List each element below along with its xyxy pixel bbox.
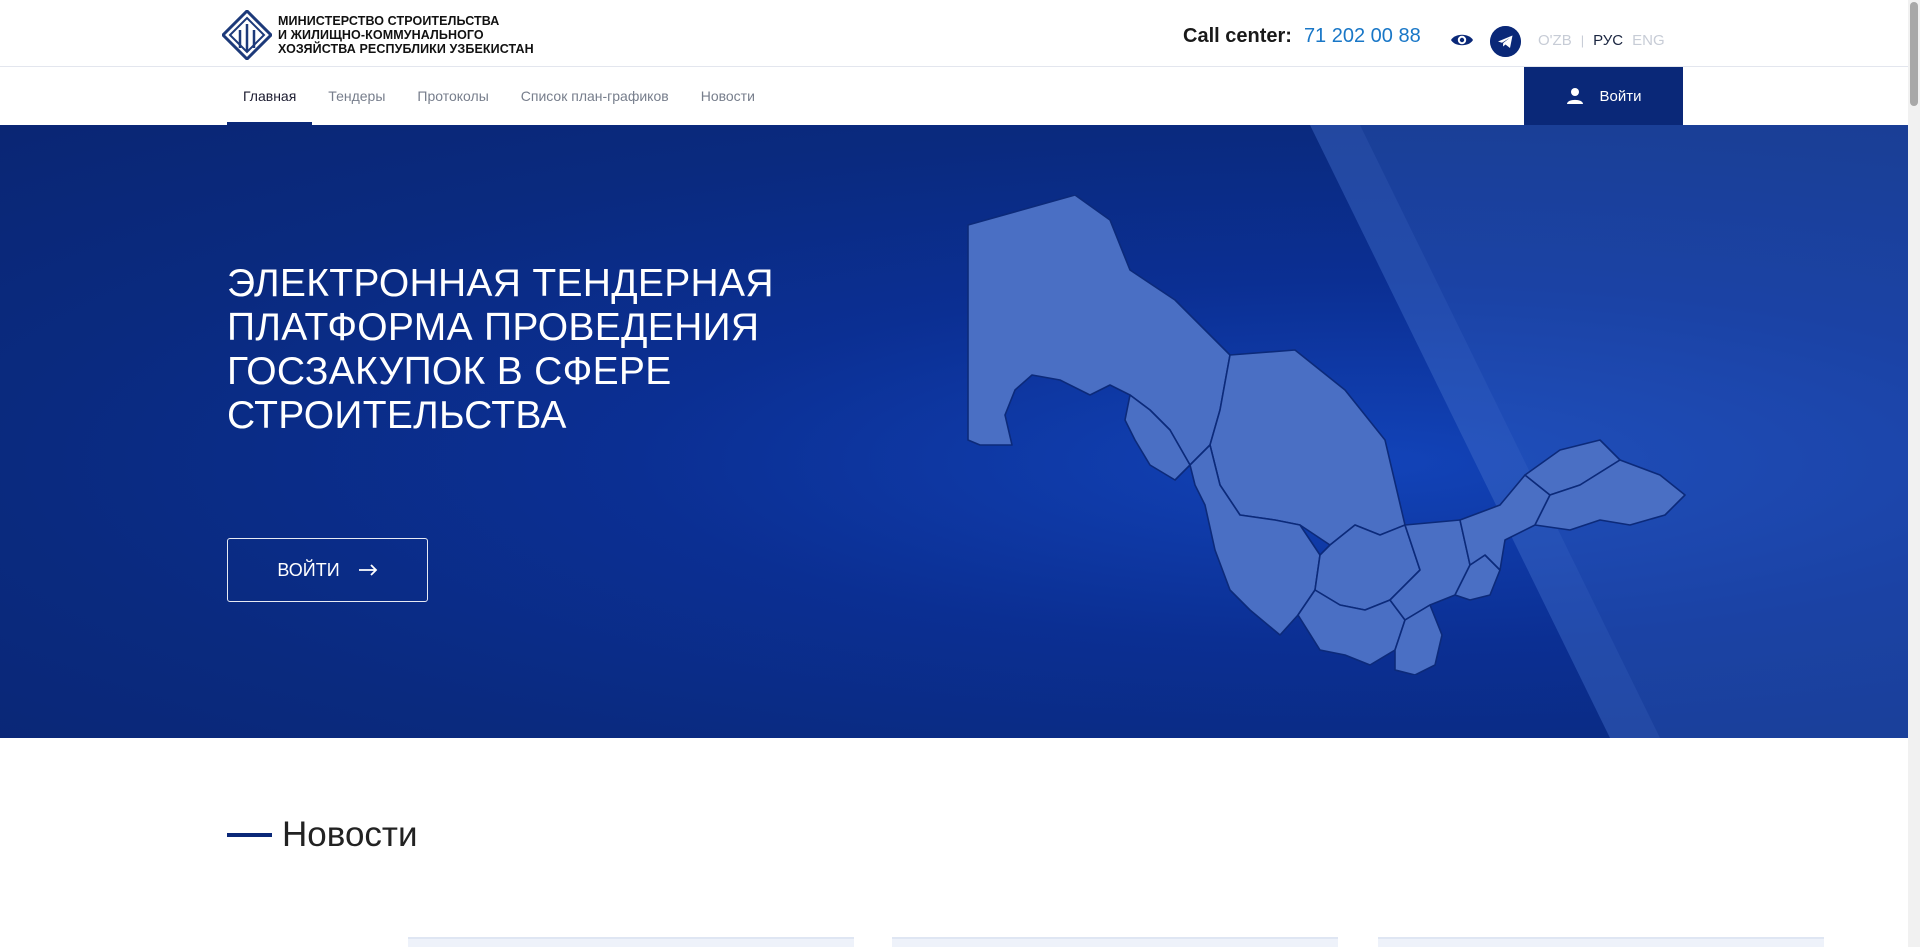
arrow-right-icon [358,564,377,576]
scrollbar-thumb[interactable] [1910,2,1918,106]
lang-separator: | [1580,33,1585,48]
nav-item-protocols[interactable]: Протоколы [401,67,504,125]
nav-item-plan-schedules[interactable]: Список план-графиков [505,67,685,125]
top-header: МИНИСТЕРСТВО СТРОИТЕЛЬСТВА И ЖИЛИЩНО-КОМ… [0,0,1908,67]
logo-text: МИНИСТЕРСТВО СТРОИТЕЛЬСТВА И ЖИЛИЩНО-КОМ… [278,14,534,56]
language-switcher: O'ZB | РУС ENG [1538,32,1665,49]
login-button[interactable]: Войти [1524,67,1683,125]
news-title: Новости [282,815,418,854]
nav-item-home[interactable]: Главная [227,67,313,125]
lang-en[interactable]: ENG [1632,32,1665,49]
main-nav: Главная Тендеры Протоколы Список план-гр… [227,67,771,125]
uzbekistan-map-icon [967,195,1686,675]
user-icon [1566,88,1583,104]
news-section-heading: Новости [227,815,418,855]
eye-icon[interactable] [1450,28,1474,52]
hero-banner: ЭЛЕКТРОННАЯ ТЕНДЕРНАЯ ПЛАТФОРМА ПРОВЕДЕН… [0,125,1910,738]
logo-line: ХОЗЯЙСТВА РЕСПУБЛИКИ УЗБЕКИСТАН [278,42,534,56]
news-card[interactable] [408,937,854,947]
hero-title: ЭЛЕКТРОННАЯ ТЕНДЕРНАЯ ПЛАТФОРМА ПРОВЕДЕН… [227,262,774,437]
page-scrollbar[interactable] [1908,0,1920,947]
lang-uz[interactable]: O'ZB [1538,32,1572,49]
hero-login-button[interactable]: ВОЙТИ [227,538,428,602]
logo-line: МИНИСТЕРСТВО СТРОИТЕЛЬСТВА [278,14,500,28]
news-card[interactable] [1378,937,1824,947]
news-card[interactable] [892,937,1338,947]
call-center-label: Call center: [1183,25,1292,47]
lang-ru[interactable]: РУС [1593,32,1623,49]
call-center-phone-link[interactable]: 71 202 00 88 [1304,25,1421,48]
logo-line: И ЖИЛИЩНО-КОММУНАЛЬНОГО [278,28,484,42]
ministry-logo[interactable]: МИНИСТЕРСТВО СТРОИТЕЛЬСТВА И ЖИЛИЩНО-КОМ… [222,10,534,60]
login-button-label: Войти [1599,87,1642,105]
nav-item-tenders[interactable]: Тендеры [312,67,401,125]
main-navbar: Главная Тендеры Протоколы Список план-гр… [0,67,1908,125]
logo-icon [222,10,272,60]
nav-item-news[interactable]: Новости [685,67,771,125]
heading-accent-line [227,833,272,837]
hero-login-label: ВОЙТИ [277,559,340,580]
telegram-icon[interactable] [1490,26,1521,57]
call-center: Call center: 71 202 00 88 [1183,25,1421,48]
